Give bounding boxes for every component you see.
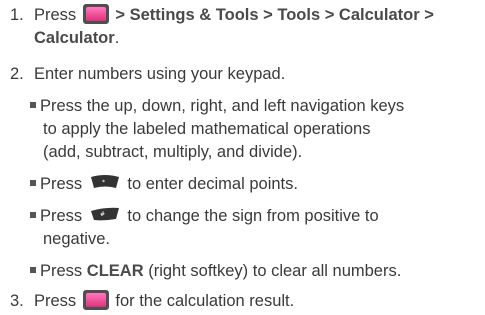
- bullet-icon: [30, 179, 36, 186]
- bullet-icon: [30, 266, 36, 273]
- bullet-navigation: Press the up, down, right, and left navi…: [30, 95, 481, 118]
- bullet-icon: [30, 101, 36, 108]
- step-number: 3.: [10, 292, 24, 310]
- step-text: Press > Settings & Tools > Tools > Calcu…: [34, 3, 481, 27]
- clear-softkey-label: CLEAR: [86, 262, 144, 280]
- bullet-sign: Press # to change the sign from positive…: [30, 205, 481, 228]
- bullet-clear: Press CLEAR (right softkey) to clear all…: [30, 260, 481, 283]
- menu-path: > Settings & Tools > Tools > Calculator …: [115, 6, 434, 24]
- menu-key-icon: [82, 3, 109, 24]
- menu-key-icon: [82, 289, 109, 310]
- svg-text:#: #: [100, 211, 105, 218]
- bullet-icon: [30, 211, 36, 218]
- bullet-decimal: Press * to enter decimal points.: [30, 173, 481, 196]
- step-text: Press for the calculation result.: [34, 289, 481, 313]
- step-text: Enter numbers using your keypad.: [34, 65, 286, 83]
- star-key-icon: *: [90, 174, 119, 188]
- svg-text:*: *: [102, 179, 105, 186]
- step-number: 2.: [10, 65, 24, 83]
- pound-key-icon: #: [90, 207, 119, 220]
- step-number: 1.: [10, 6, 24, 24]
